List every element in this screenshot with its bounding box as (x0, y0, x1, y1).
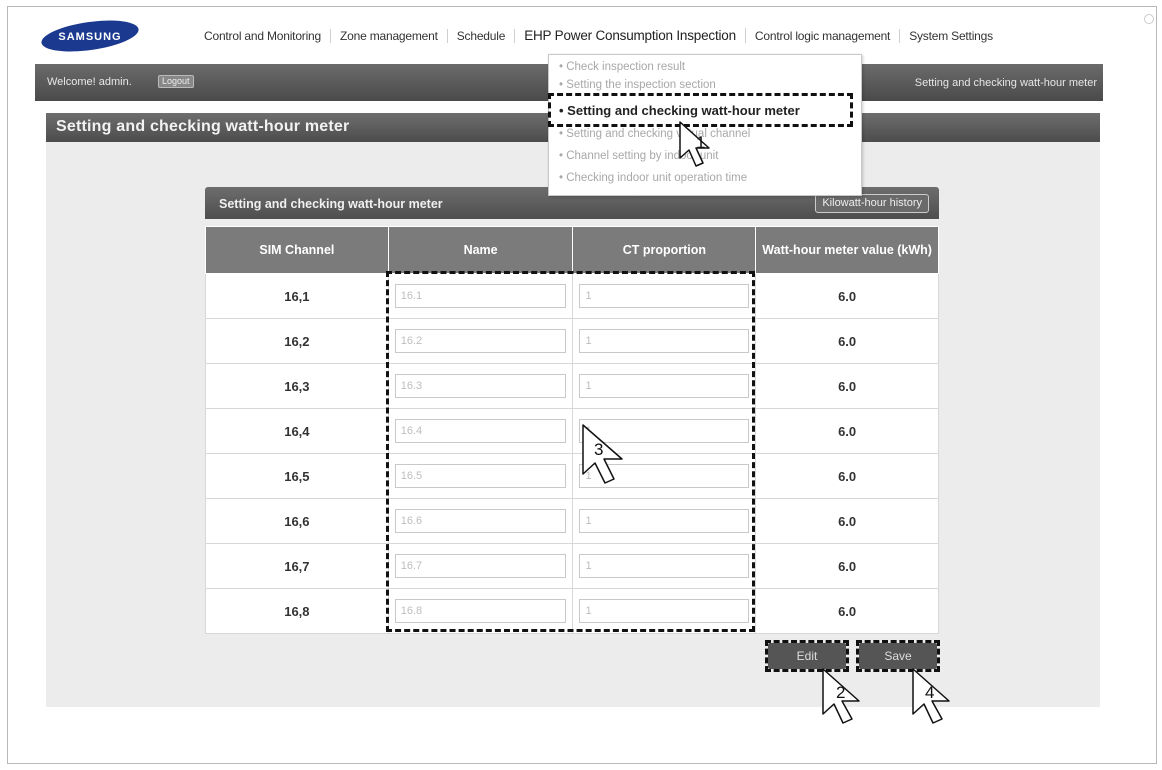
callout-number-1: 1 (696, 133, 706, 152)
meter-value-cell: 6.0 (755, 453, 939, 499)
sim-channel-cell: 16,5 (205, 453, 389, 499)
column-header-name: Name (387, 226, 574, 274)
nav-ehp-power-consumption[interactable]: EHP Power Consumption Inspection (515, 28, 746, 43)
nav-schedule[interactable]: Schedule (448, 29, 516, 43)
sim-channel-cell: 16,2 (205, 318, 389, 364)
sim-channel-cell: 16,7 (205, 543, 389, 589)
nav-system-settings[interactable]: System Settings (900, 29, 1002, 43)
meter-value-cell: 6.0 (755, 408, 939, 454)
menu-item-label: Check inspection result (566, 61, 686, 73)
nav-control-monitoring[interactable]: Control and Monitoring (195, 29, 332, 43)
sim-channel-cell: 16,8 (205, 588, 389, 634)
brand-text: SAMSUNG (58, 31, 121, 43)
menu-item-virtual-channel[interactable]: • Setting and checking virtual channel (559, 128, 750, 140)
sim-channel-cell: 16,4 (205, 408, 389, 454)
column-header-ct-proportion: CT proportion (572, 226, 757, 274)
callout-number-2: 2 (836, 683, 846, 702)
column-header-meter-value: Watt-hour meter value (kWh) (755, 226, 939, 274)
breadcrumb: Setting and checking watt-hour meter (914, 77, 1097, 89)
meter-value-cell: 6.0 (755, 543, 939, 589)
menu-item-label: Setting and checking virtual channel (566, 128, 751, 140)
panel-title: Setting and checking watt-hour meter (219, 197, 443, 211)
nav-zone-management[interactable]: Zone management (331, 29, 448, 43)
meter-value-cell: 6.0 (755, 273, 939, 319)
meter-value-cell: 6.0 (755, 318, 939, 364)
menu-item-operation-time[interactable]: • Checking indoor unit operation time (559, 172, 747, 184)
menu-item-setting-inspection-section[interactable]: • Setting the inspection section (559, 79, 716, 91)
top-navigation: Control and Monitoring Zone management Sch… (195, 28, 1002, 43)
page-title: Setting and checking watt-hour meter (56, 118, 350, 135)
menu-item-label: Checking indoor unit operation time (566, 172, 748, 184)
menu-item-check-inspection-result[interactable]: • Check inspection result (559, 61, 685, 73)
meter-value-cell: 6.0 (755, 498, 939, 544)
sim-channel-cell: 16,6 (205, 498, 389, 544)
column-header-sim-channel: SIM Channel (205, 226, 389, 274)
nav-control-logic[interactable]: Control logic management (746, 29, 901, 43)
table-header-row: SIM Channel Name CT proportion Watt-hour… (205, 226, 939, 274)
samsung-logo: SAMSUNG (41, 20, 139, 52)
sim-channel-cell: 16,1 (205, 273, 389, 319)
meter-value-cell: 6.0 (755, 588, 939, 634)
logout-button[interactable]: Logout (158, 75, 194, 88)
window-control-icon[interactable] (1144, 14, 1154, 24)
callout-number-4: 4 (925, 683, 935, 702)
callout-number-3: 3 (594, 440, 604, 459)
highlight-box-inputs (386, 271, 755, 632)
menu-item-label: Setting the inspection section (566, 79, 716, 91)
meter-value-cell: 6.0 (755, 363, 939, 409)
sim-channel-cell: 16,3 (205, 363, 389, 409)
kwh-history-button[interactable]: Kilowatt-hour history (815, 194, 929, 213)
welcome-text: Welcome! admin. (47, 76, 132, 88)
